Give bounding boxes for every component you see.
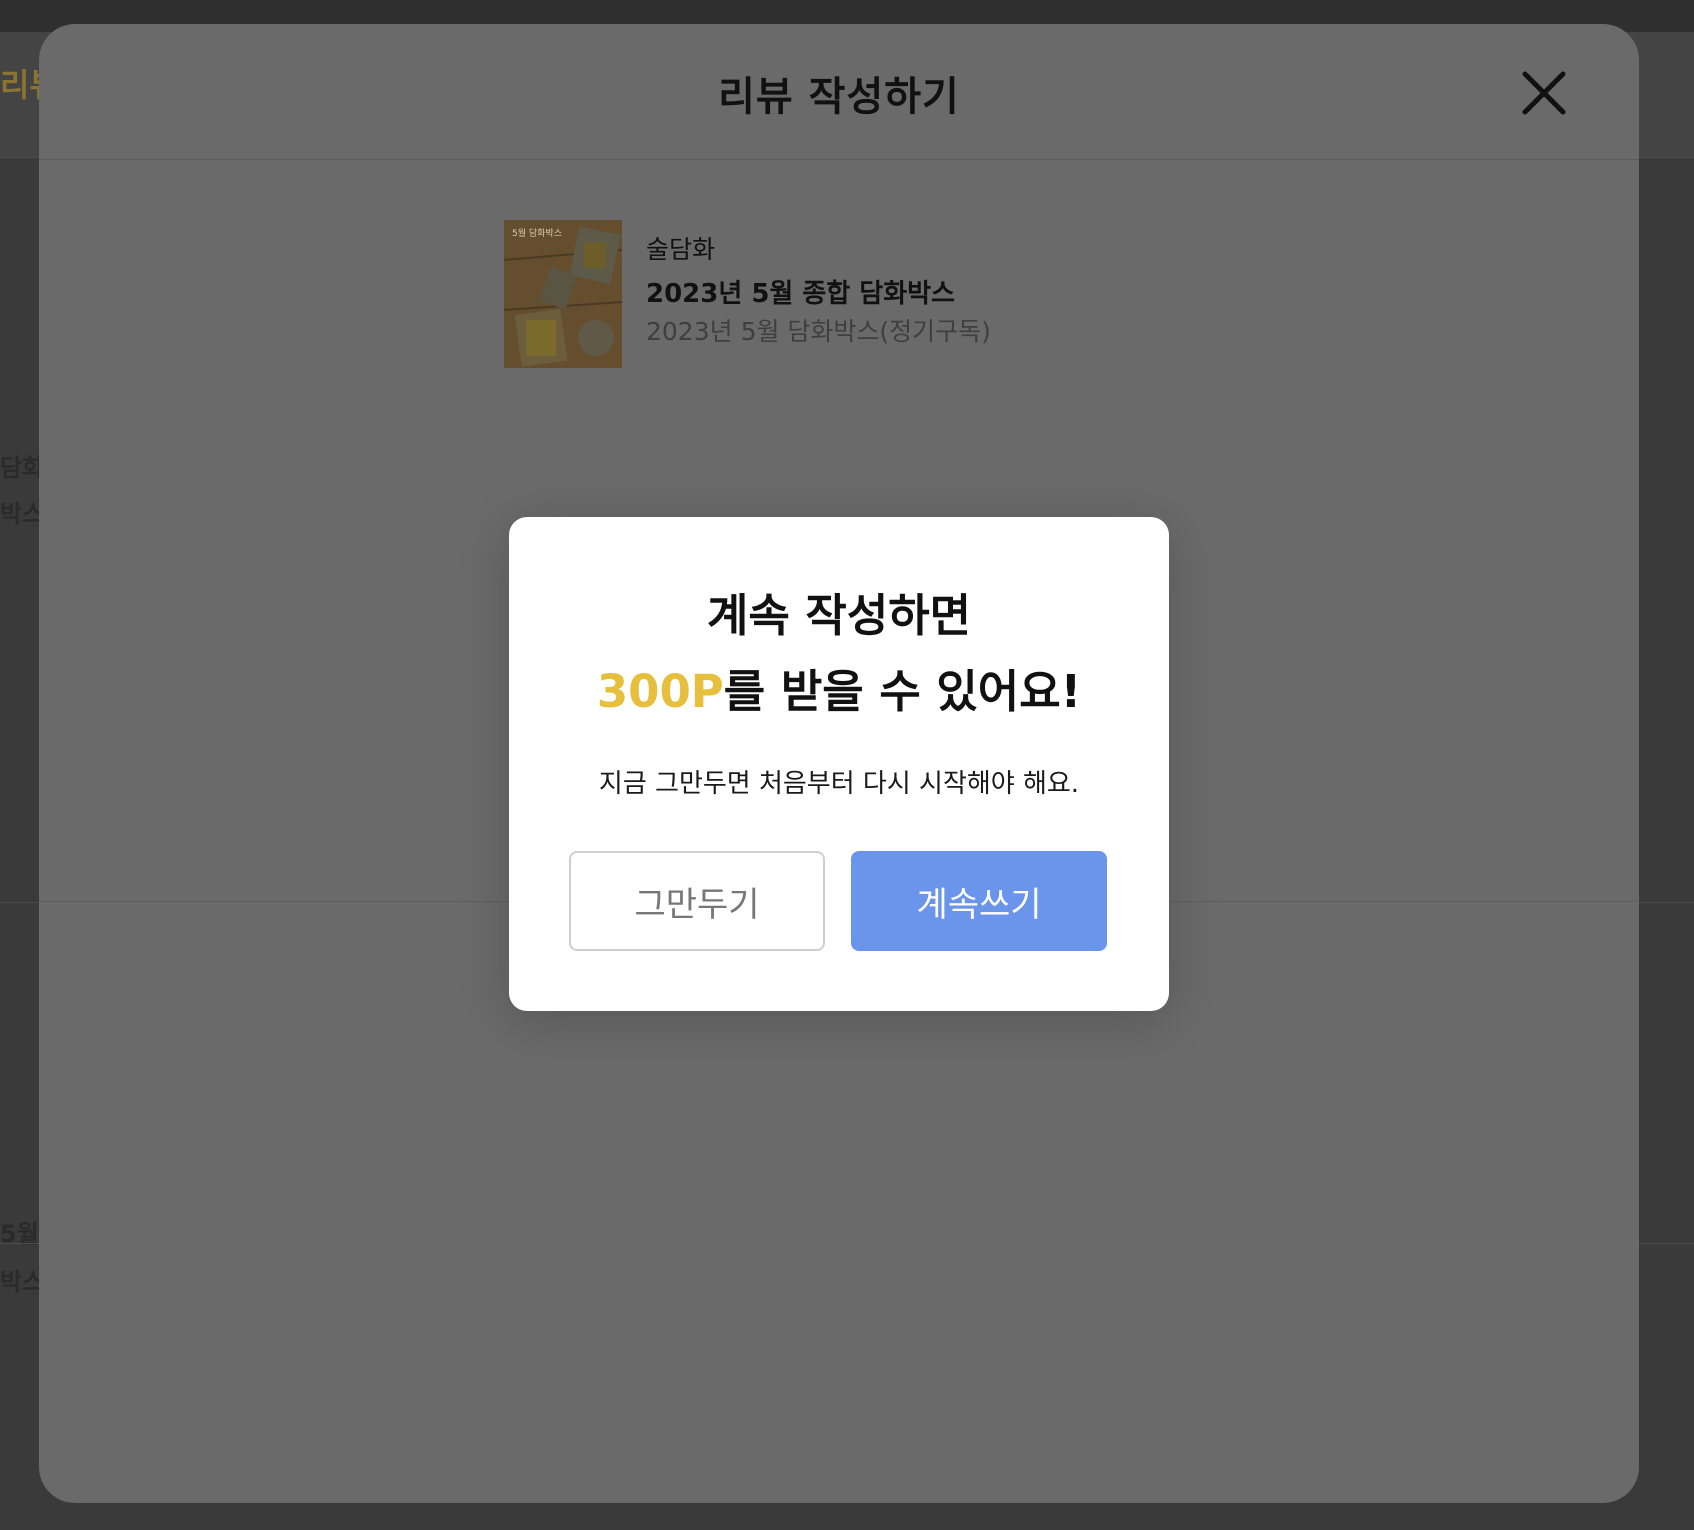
product-thumbnail: 5월 담화박스 [504, 220, 622, 368]
modal-header: 리뷰 작성하기 [39, 24, 1639, 160]
thumbnail-label: 5월 담화박스 [512, 227, 562, 239]
dialog-heading-line2: 300P를 받을 수 있어요! [509, 655, 1169, 720]
points-amount: 300P [596, 665, 724, 718]
stop-button[interactable]: 그만두기 [569, 851, 825, 951]
product-option: 2023년 5월 담화박스(정기구독) [646, 317, 991, 346]
background-text-fragment: 박스 [0, 1268, 45, 1296]
close-icon[interactable] [1519, 68, 1569, 118]
product-name: 2023년 5월 종합 담화박스 [646, 279, 955, 309]
dialog-heading-line1: 계속 작성하면 [706, 589, 972, 642]
product-info: 5월 담화박스 술담화 2023년 5월 종합 담화박스 2023년 5월 담화… [504, 220, 1204, 370]
background-text-fragment: 담화 [0, 454, 45, 482]
confirm-dialog: 계속 작성하면 300P를 받을 수 있어요! 지금 그만두면 처음부터 다시 … [509, 517, 1169, 1011]
product-brand: 술담화 [646, 235, 716, 264]
dialog-subtext: 지금 그만두면 처음부터 다시 시작해야 해요. [598, 769, 1080, 799]
continue-button[interactable]: 계속쓰기 [851, 851, 1107, 951]
background-text-fragment: 박스 [0, 500, 45, 528]
dialog-heading-rest: 를 받을 수 있어요! [723, 665, 1082, 718]
modal-title: 리뷰 작성하기 [718, 74, 960, 120]
